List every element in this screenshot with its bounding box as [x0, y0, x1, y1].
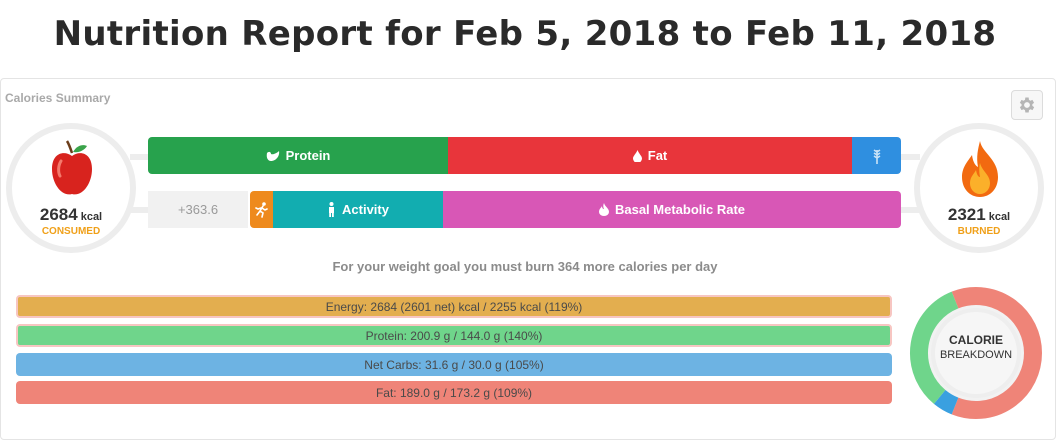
activity-label: Activity: [342, 202, 389, 217]
bmr-segment[interactable]: Basal Metabolic Rate: [443, 191, 901, 228]
panel-label: Calories Summary: [5, 91, 111, 105]
apple-icon: [52, 140, 92, 195]
connector-line-left-lower: [130, 207, 150, 213]
drop-icon: [632, 149, 642, 162]
protein-segment[interactable]: Protein: [148, 137, 448, 174]
calorie-surplus: +363.6: [148, 191, 248, 228]
fat-label: Fat: [647, 148, 668, 163]
consumed-number: 2684: [39, 205, 78, 224]
activity-segment[interactable]: Activity: [273, 191, 443, 228]
protein-icon: [266, 150, 279, 161]
protein-label: Protein: [285, 148, 331, 163]
running-icon: [255, 201, 268, 218]
consumed-circle: 2684 kcal CONSUMED: [6, 123, 136, 253]
person-icon: [329, 202, 335, 217]
burned-unit: kcal: [988, 211, 1011, 223]
breakdown-line1: CALORIE: [949, 333, 1003, 347]
breakdown-label: CALORIE BREAKDOWN: [929, 333, 1023, 363]
burned-circle: 2321 kcal BURNED: [914, 123, 1044, 253]
wheat-icon: [873, 148, 880, 164]
consumed-value: 2684 kcal: [12, 205, 130, 225]
energy-target-bar[interactable]: Energy: 2684 (2601 net) kcal / 2255 kcal…: [16, 295, 892, 318]
gear-icon: [1019, 97, 1035, 113]
settings-button[interactable]: [1011, 90, 1043, 120]
carbs-segment[interactable]: [852, 137, 901, 174]
burned-caption: BURNED: [957, 226, 1001, 237]
consumed-unit: kcal: [80, 211, 103, 223]
burned-number: 2321: [947, 205, 986, 224]
connector-line-right: [900, 154, 920, 160]
burned-value: 2321 kcal: [920, 205, 1038, 225]
connector-line-left: [130, 154, 150, 160]
goal-message: For your weight goal you must burn 364 m…: [332, 259, 718, 274]
breakdown-line2: BREAKDOWN: [939, 349, 1013, 361]
consumed-caption: CONSUMED: [41, 226, 101, 237]
flame-icon: [962, 141, 998, 197]
exercise-segment[interactable]: [250, 191, 273, 228]
bmr-label: Basal Metabolic Rate: [614, 202, 746, 217]
donut-carbs-arc: [933, 389, 959, 415]
net-carbs-target-bar[interactable]: Net Carbs: 31.6 g / 30.0 g (105%): [16, 353, 892, 376]
protein-target-bar[interactable]: Protein: 200.9 g / 144.0 g (140%): [16, 324, 892, 347]
flame-small-icon: [598, 203, 609, 216]
intake-bar: Protein Fat: [148, 137, 901, 174]
expenditure-bar: Activity Basal Metabolic Rate: [250, 191, 901, 228]
fat-target-bar[interactable]: Fat: 189.0 g / 173.2 g (109%): [16, 381, 892, 404]
fat-segment[interactable]: Fat: [448, 137, 852, 174]
page-title: Nutrition Report for Feb 5, 2018 to Feb …: [53, 14, 997, 54]
